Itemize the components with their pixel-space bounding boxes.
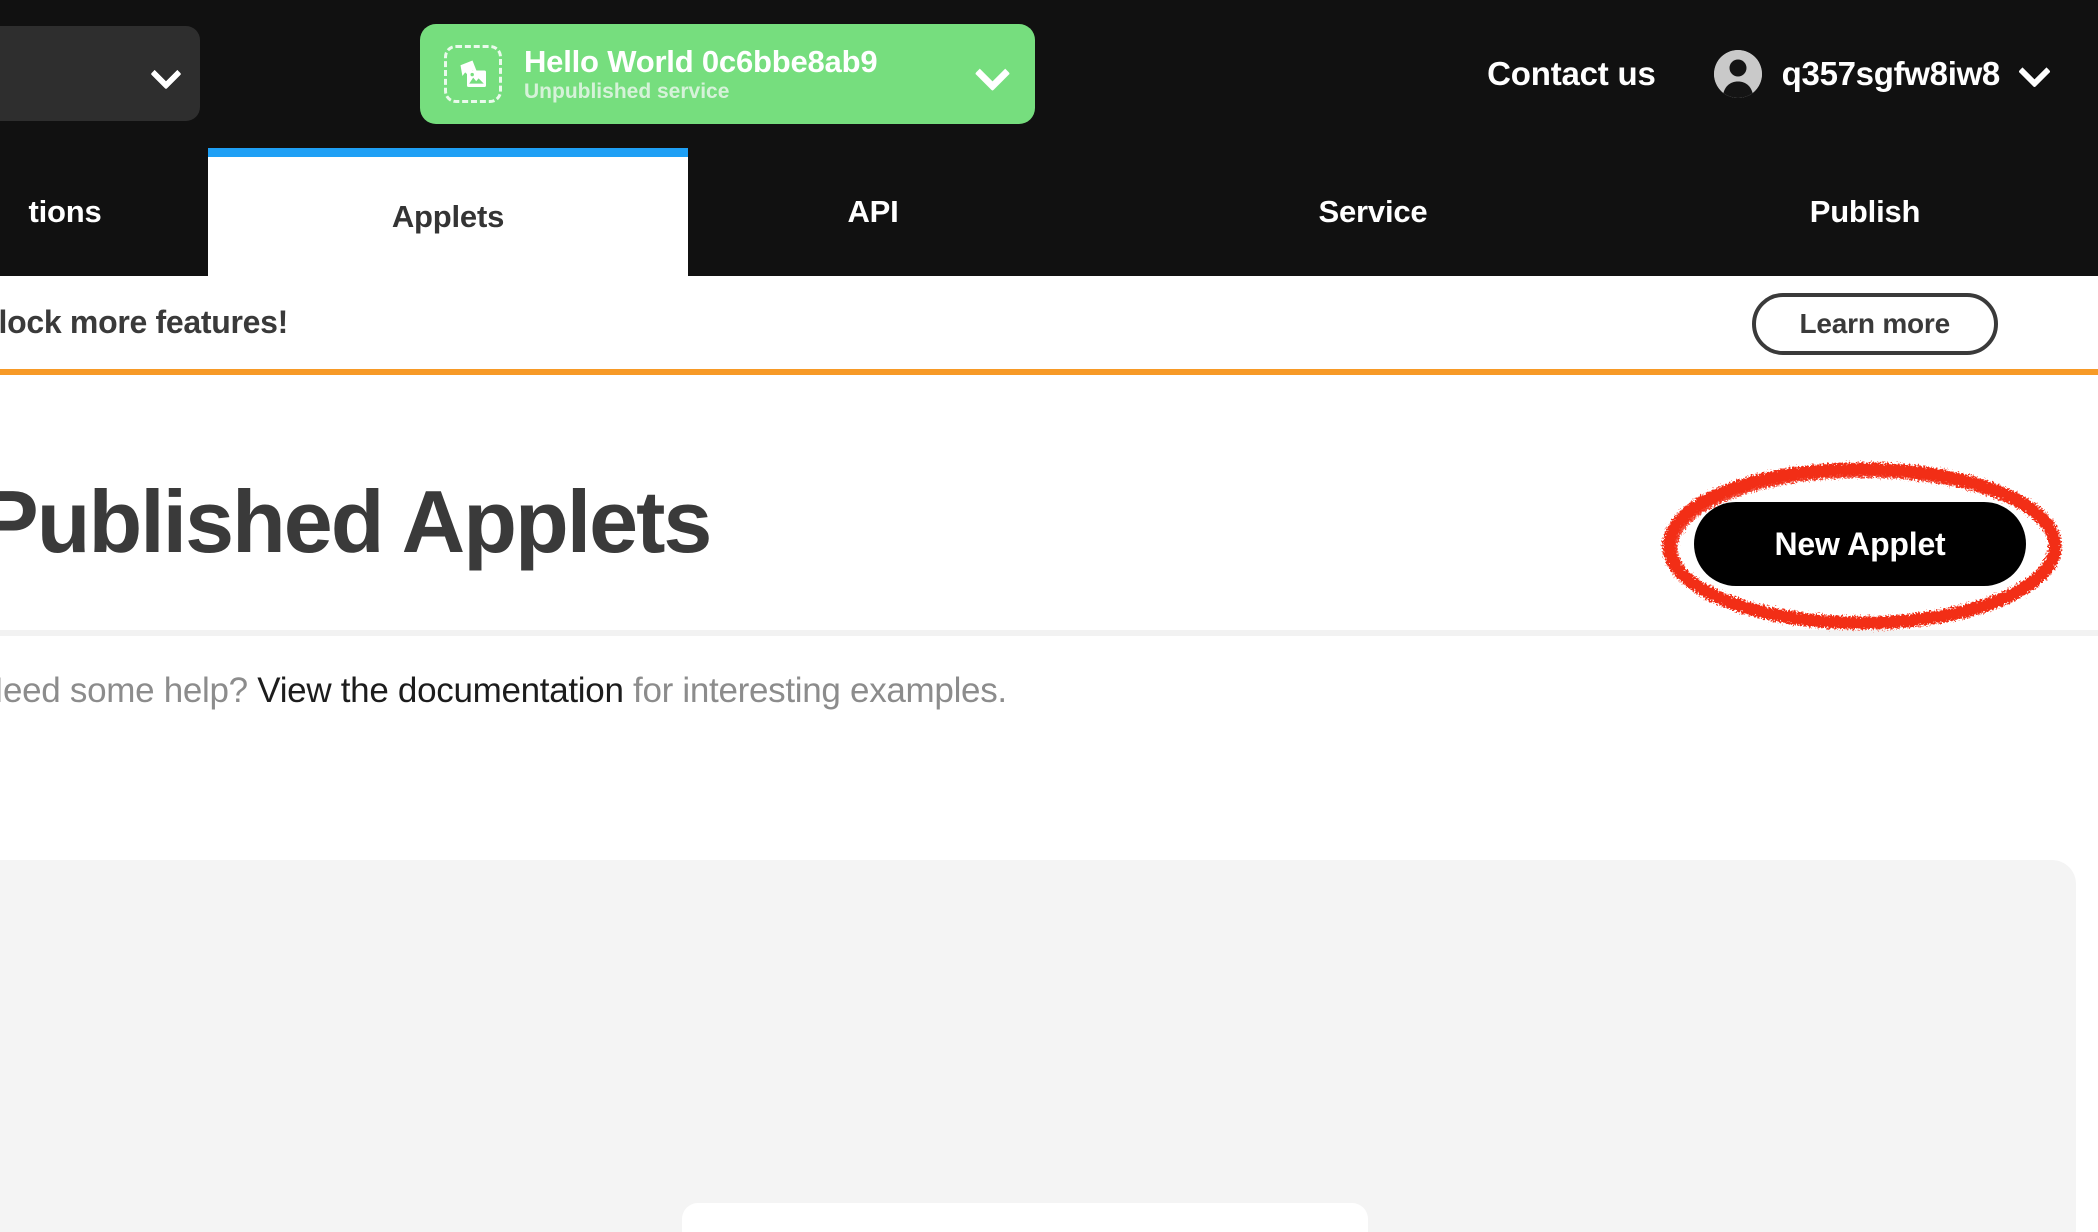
account-name: q357sgfw8iw8 (1781, 55, 2001, 92)
tab-label: Applets (391, 198, 505, 234)
tab-applets[interactable]: Applets (208, 148, 688, 276)
contact-us-link[interactable]: Contact us (1487, 55, 1656, 93)
chevron-down-icon (2020, 60, 2050, 88)
title-divider (0, 630, 2098, 636)
main-content: Published Applets New Applet Need some h… (0, 381, 2098, 1232)
chevron-down-icon (152, 61, 178, 87)
nav-tabs: tions Applets API Service Publish (0, 148, 2098, 276)
tab-label: Publish (1809, 194, 1921, 229)
help-suffix: for interesting examples. (623, 671, 1007, 710)
top-bar-right: Contact us q357sgfw8iw8 (1487, 0, 2050, 148)
tab-service[interactable]: Service (1208, 148, 1538, 276)
applets-empty-panel: Learn how to create your first Applet (0, 860, 2076, 1232)
tab-connections[interactable]: tions (0, 148, 200, 276)
learn-more-button[interactable]: Learn more (1751, 293, 1998, 355)
user-avatar-icon (1713, 50, 1762, 98)
banner-message: unlock more features! (0, 304, 289, 340)
app-screen: on Hello World 0c6bbe8ab9 Unpub (0, 0, 2098, 1232)
tab-label: Service (1318, 194, 1428, 229)
left-dropdown[interactable]: on (0, 26, 200, 121)
empty-state-card[interactable]: Learn how to create your first Applet (682, 1203, 1368, 1232)
image-placeholder-icon (444, 45, 502, 103)
tab-api[interactable]: API (708, 148, 1038, 276)
service-title: Hello World 0c6bbe8ab9 (524, 43, 878, 79)
service-selector[interactable]: Hello World 0c6bbe8ab9 Unpublished servi… (420, 24, 1035, 124)
page-title: Published Applets (0, 472, 712, 571)
top-bar: on Hello World 0c6bbe8ab9 Unpub (0, 0, 2098, 148)
tab-label: tions (28, 194, 102, 229)
service-info: Hello World 0c6bbe8ab9 Unpublished servi… (524, 43, 965, 103)
tab-publish[interactable]: Publish (1700, 148, 2030, 276)
new-applet-button[interactable]: New Applet (1694, 502, 2026, 586)
service-status: Unpublished service (524, 79, 730, 103)
chevron-down-icon (975, 59, 1009, 89)
help-prefix: Need some help? (0, 671, 258, 710)
help-text: Need some help? View the documentation f… (0, 671, 1007, 711)
account-menu[interactable]: q357sgfw8iw8 (1713, 50, 2050, 98)
documentation-link[interactable]: View the documentation (257, 671, 624, 710)
tab-label: API (847, 194, 899, 229)
upgrade-banner: unlock more features! Learn more (0, 276, 2098, 375)
